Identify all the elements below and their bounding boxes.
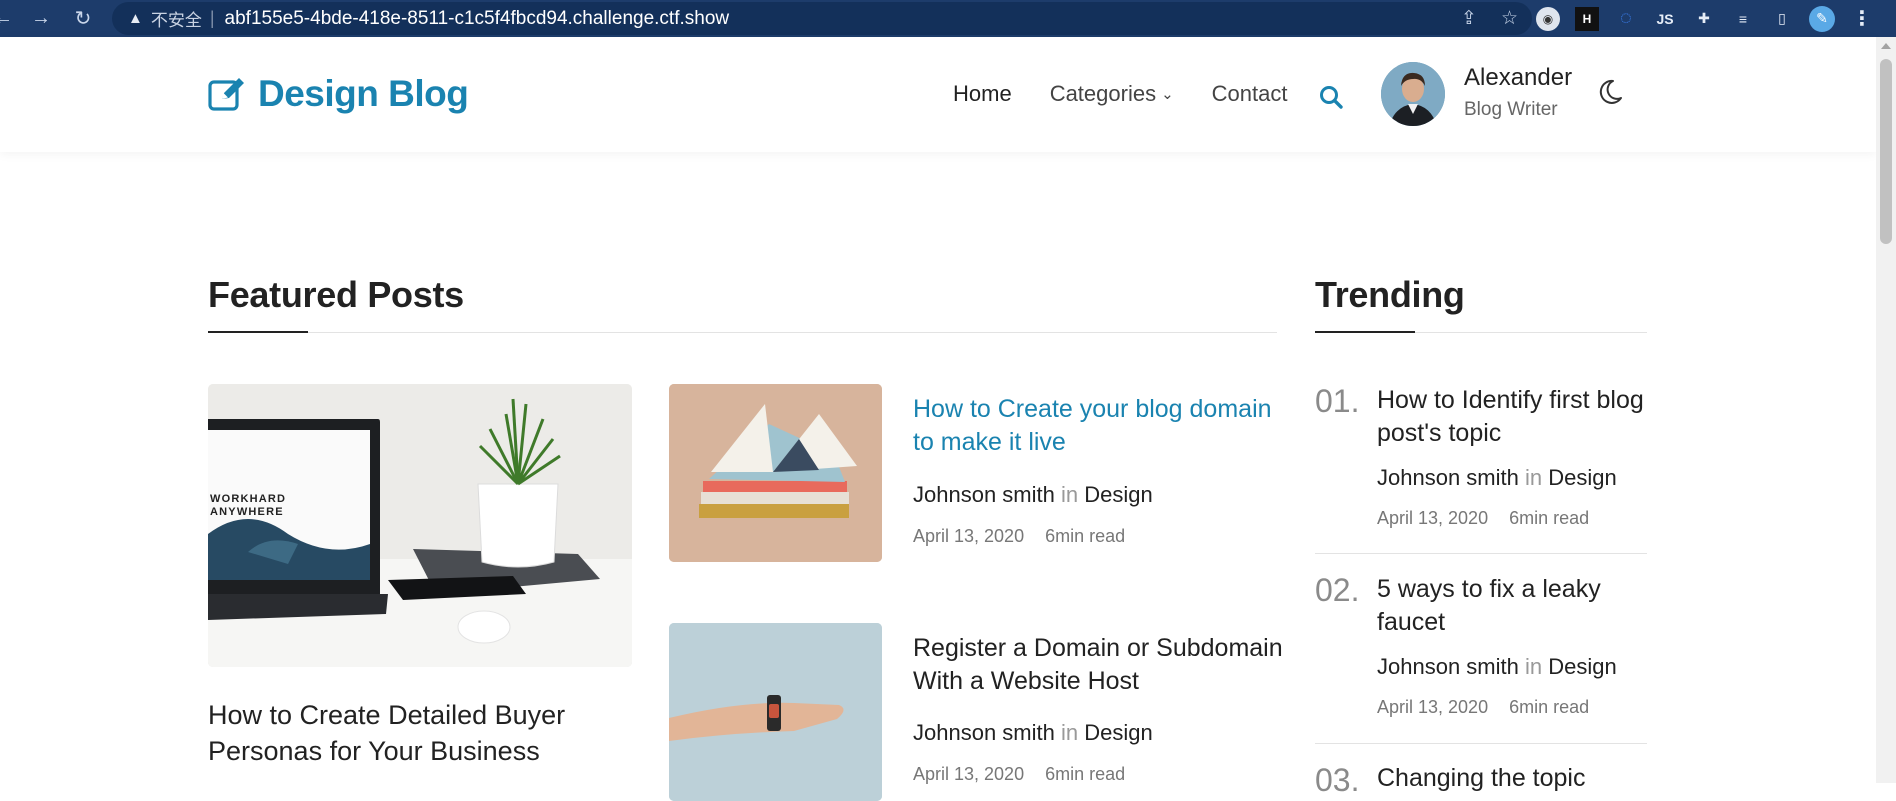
trending-divider-2 [1315,743,1647,744]
laptop-desk-illustration: WORKHARD ANYWHERE [208,384,632,667]
post-1-read-time: 6min read [1045,526,1126,546]
logo-text: Design Blog [258,73,469,114]
dark-mode-moon-icon[interactable] [1596,78,1624,106]
chevron-down-icon: ⌄ [1161,86,1174,103]
trending-divider-1 [1315,553,1647,554]
trending-3-title[interactable]: Changing the topic [1377,762,1657,795]
browser-toolbar: ← → ↻ ▲ 不安全 | abf155e5-4bde-418e-8511-c1… [0,0,1896,37]
post-1-image[interactable] [669,384,882,562]
trending-1-in: in [1524,465,1543,490]
laptop-screen-text-line1: WORKHARD [210,493,286,505]
sidebar-icon[interactable]: ▯ [1770,7,1794,31]
site-logo[interactable]: Design Blog [208,73,469,115]
address-separator: | [209,8,215,28]
page-scrollbar[interactable] [1876,37,1896,783]
warning-icon: ▲ [128,10,143,27]
extension-c-icon[interactable]: ◌ [1614,7,1638,31]
extension-a-icon[interactable]: ◉ [1536,6,1560,31]
post-1-in: in [1060,482,1079,507]
author-name: Alexander [1464,64,1573,91]
nav-home[interactable]: Home [953,81,1012,107]
trending-1-byline: Johnson smith in Design [1377,465,1617,491]
featured-main-image[interactable]: WORKHARD ANYWHERE [208,384,632,667]
post-1-byline: Johnson smith in Design [913,482,1153,508]
open-book-illustration [669,384,882,562]
main-nav: Home Categories ⌄ Contact [953,81,1287,107]
site-header: Design Blog Home Categories ⌄ Contact Al… [0,37,1876,152]
post-2-category[interactable]: Design [1084,720,1152,745]
extension-js-icon[interactable]: JS [1653,7,1677,31]
trending-heading: Trending [1315,274,1465,315]
post-1-author[interactable]: Johnson smith [913,482,1055,507]
post-2-read-time: 6min read [1045,764,1126,784]
trending-2-number: 02. [1315,572,1360,608]
forward-arrow-icon[interactable]: → [26,4,56,34]
trending-2-date: April 13, 2020 [1377,697,1489,717]
menu-icon[interactable]: ⋮ [1850,7,1874,31]
trending-1-date-line: April 13, 2020 6min read [1377,508,1589,529]
nav-categories-label: Categories [1049,81,1157,106]
extension-h-icon[interactable]: H [1575,6,1599,31]
share-icon[interactable]: ⇪ [1461,7,1477,30]
laptop-screen-text-line2: ANYWHERE [210,506,284,518]
profile-icon[interactable]: ✎ [1809,5,1835,32]
scroll-up-arrow-icon[interactable] [1881,43,1891,49]
trending-divider-accent [1315,331,1415,333]
wristwatch-illustration [669,623,882,801]
post-2-date-line: April 13, 2020 6min read [913,764,1125,785]
security-label: 不安全 [150,11,202,30]
nav-categories[interactable]: Categories ⌄ [1050,81,1174,107]
address-bar[interactable]: ▲ 不安全 | abf155e5-4bde-418e-8511-c1c5f4fb… [112,2,1532,35]
back-arrow-icon[interactable]: ← [0,4,13,34]
edit-icon [208,78,244,111]
post-2-in: in [1060,720,1079,745]
featured-main-title[interactable]: How to Create Detailed Buyer Personas fo… [208,697,608,769]
post-1-category[interactable]: Design [1084,482,1152,507]
author-role: Blog Writer [1464,99,1558,120]
media-icon[interactable]: ≡ [1731,7,1755,31]
scrollbar-thumb[interactable] [1880,59,1892,244]
trending-1-date: April 13, 2020 [1377,508,1489,528]
post-2-author[interactable]: Johnson smith [913,720,1055,745]
trending-1-read-time: 6min read [1509,508,1590,528]
trending-2-date-line: April 13, 2020 6min read [1377,697,1589,718]
post-1-date-line: April 13, 2020 6min read [913,526,1125,547]
trending-2-read-time: 6min read [1509,697,1590,717]
trending-3-number: 03. [1315,762,1360,798]
trending-1-author[interactable]: Johnson smith [1377,465,1519,490]
url-text[interactable]: abf155e5-4bde-418e-8511-c1c5f4fbcd94.cha… [225,8,730,30]
author-avatar[interactable] [1381,62,1445,126]
trending-1-category[interactable]: Design [1548,465,1616,490]
trending-2-author[interactable]: Johnson smith [1377,654,1519,679]
post-1-title[interactable]: How to Create your blog domain to make i… [913,393,1293,459]
post-1-date: April 13, 2020 [913,526,1025,546]
trending-2-category[interactable]: Design [1548,654,1616,679]
trending-1-title[interactable]: How to Identify first blog post's topic [1377,384,1657,450]
avatar-image [1381,62,1445,126]
post-2-byline: Johnson smith in Design [913,720,1153,746]
trending-2-byline: Johnson smith in Design [1377,654,1617,680]
post-2-title[interactable]: Register a Domain or Subdomain With a We… [913,632,1293,698]
bookmark-star-icon[interactable]: ☆ [1501,7,1518,30]
reload-icon[interactable]: ↻ [68,4,98,34]
trending-1-number: 01. [1315,383,1360,419]
featured-divider-accent [208,331,308,333]
puzzle-icon[interactable]: ✚ [1692,7,1716,31]
trending-2-in: in [1524,654,1543,679]
featured-heading: Featured Posts [208,274,464,315]
search-icon[interactable] [1318,84,1344,110]
nav-contact[interactable]: Contact [1212,81,1288,107]
featured-divider [208,332,1277,333]
post-2-date: April 13, 2020 [913,764,1025,784]
trending-2-title[interactable]: 5 ways to fix a leaky faucet [1377,573,1657,639]
post-2-image[interactable] [669,623,882,801]
